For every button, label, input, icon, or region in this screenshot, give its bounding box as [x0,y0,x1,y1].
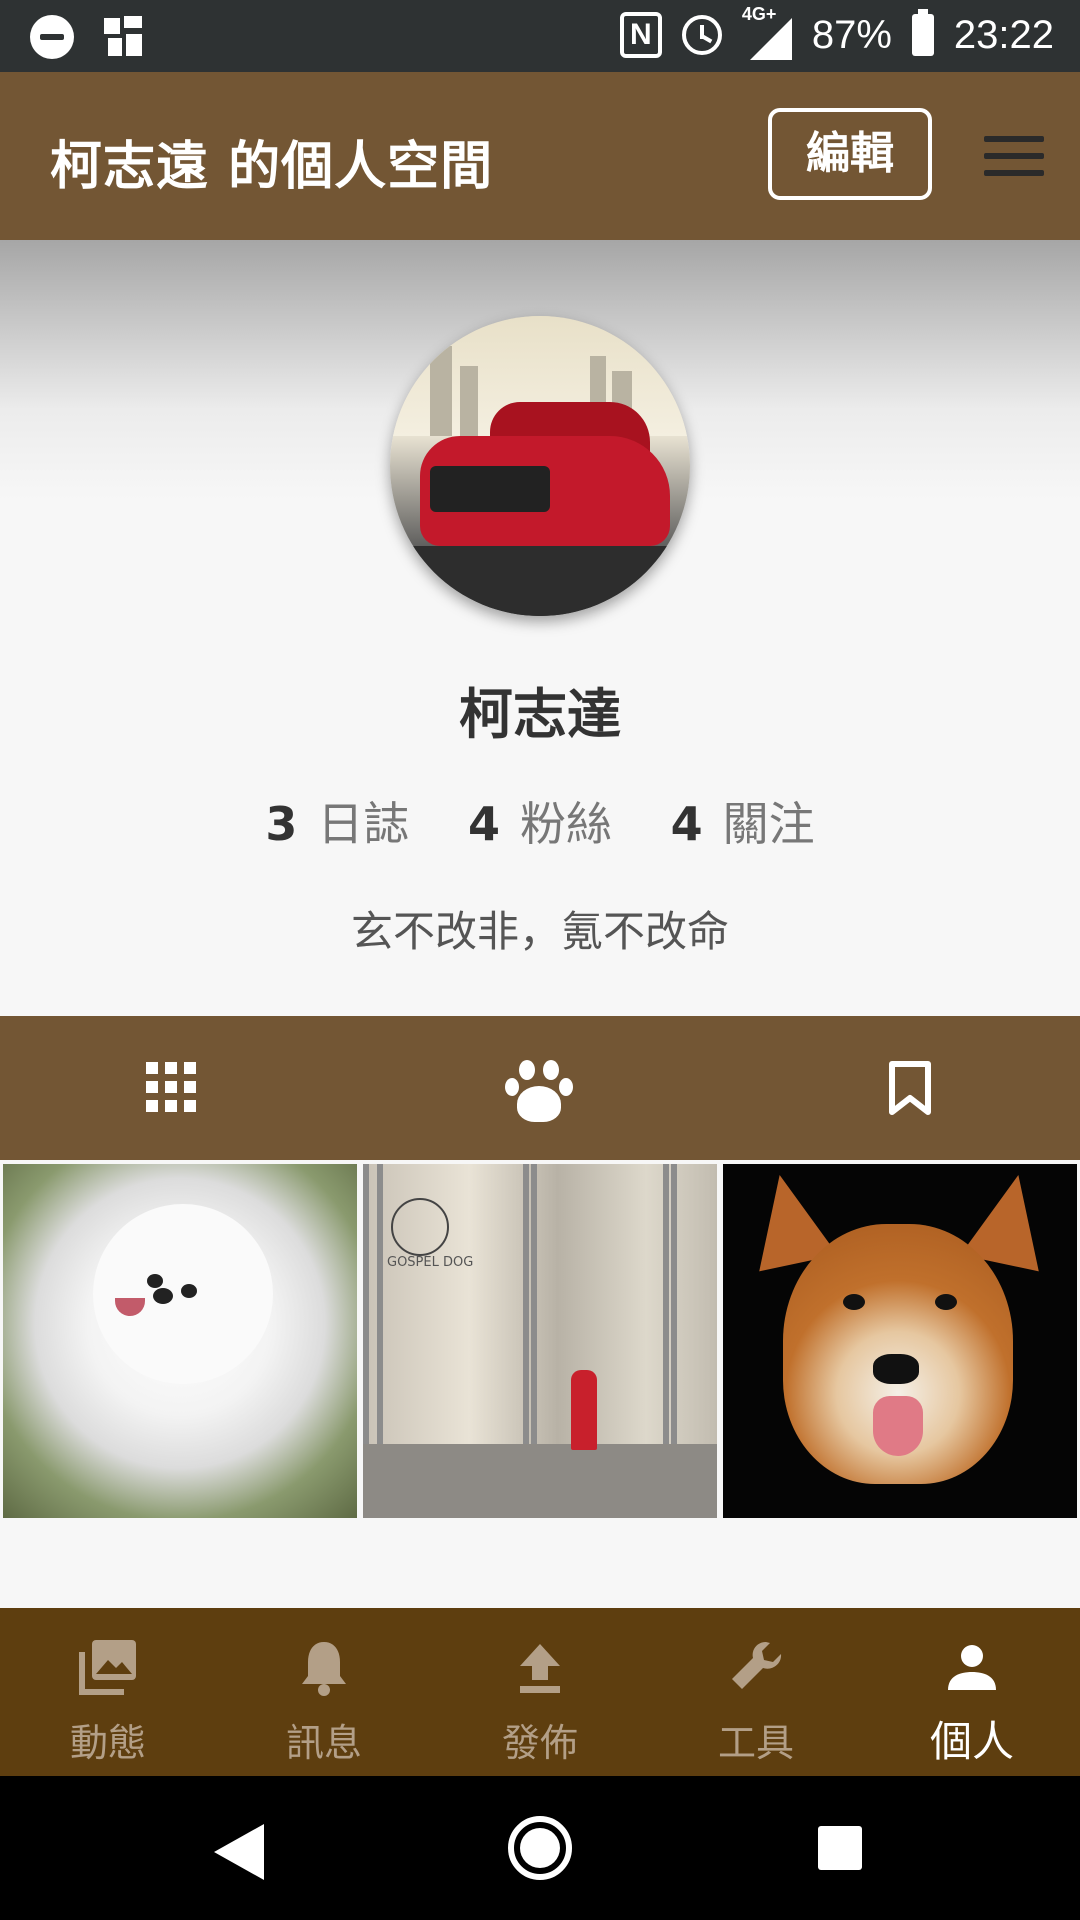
app-header: 柯志遠 的個人空間 編輯 [0,72,1080,240]
profile-name: 柯志達 [459,683,621,746]
bottom-nav: 動態 訊息 發佈 工具 個人 [0,1608,1080,1776]
nav-feed[interactable]: 動態 [0,1608,216,1776]
stat-following[interactable]: 4 關注 [671,797,815,851]
recent-apps-icon[interactable] [818,1826,862,1870]
nav-tools-label: 工具 [717,1721,794,1765]
profile-section: 柯志達 3 日誌 4 粉絲 4 關注 玄不改非，氪不改命 [0,240,1080,1016]
photo-library-icon [79,1640,136,1695]
stat-followers-label: 粉絲 [520,797,612,851]
nav-tools[interactable]: 工具 [648,1608,864,1776]
image-notification-icon [100,14,146,60]
grid-icon [146,1062,196,1112]
stat-posts-count: 3 [265,797,298,851]
nav-feed-label: 動態 [69,1721,146,1765]
alarm-icon [681,15,722,55]
person-icon [948,1645,996,1690]
nav-publish[interactable]: 發佈 [432,1608,648,1776]
shop-sign: GOSPEL DOG [387,1255,474,1270]
paw-icon [505,1060,575,1124]
stat-following-count: 4 [670,797,703,851]
stat-followers-count: 4 [467,797,500,851]
page-title: 柯志遠 的個人空間 [50,137,494,197]
nav-profile[interactable]: 個人 [864,1608,1080,1776]
battery-percent: 87% [811,12,892,57]
stat-posts-label: 日誌 [317,797,410,851]
photo-grid: GOSPEL DOG [0,1160,1080,1524]
home-icon[interactable] [508,1816,572,1880]
nav-publish-label: 發佈 [501,1721,578,1765]
nfc-icon: N [619,12,662,58]
tab-saved[interactable] [720,1016,1080,1160]
stat-followers[interactable]: 4 粉絲 [468,797,612,851]
tab-pets[interactable] [360,1016,720,1160]
tab-grid[interactable] [0,1016,360,1160]
stat-following-label: 關注 [722,797,815,851]
nav-messages[interactable]: 訊息 [216,1608,432,1776]
avatar[interactable] [390,316,690,616]
status-bar: N 4G+ 87% 23:22 [0,0,1080,72]
system-nav-bar [0,1776,1080,1920]
edit-button[interactable]: 編輯 [768,108,932,200]
battery-icon [911,9,934,56]
back-icon[interactable] [214,1824,264,1880]
hamburger-menu-icon[interactable] [984,136,1044,176]
nav-profile-label: 個人 [929,1717,1014,1766]
profile-tab-bar [0,1016,1080,1160]
profile-bio: 玄不改非，氪不改命 [350,907,729,956]
do-not-disturb-icon [30,15,74,59]
clock: 23:22 [953,12,1054,57]
upload-icon [520,1644,560,1693]
bookmark-icon [889,1061,931,1115]
photo-pomeranian[interactable] [3,1164,357,1518]
wrench-icon [732,1642,782,1689]
bell-icon [302,1642,346,1696]
photo-pet-shop[interactable]: GOSPEL DOG [363,1164,717,1518]
nav-messages-label: 訊息 [285,1721,362,1765]
profile-stats: 3 日誌 4 粉絲 4 關注 [0,788,1080,854]
photo-shiba-inu[interactable] [723,1164,1077,1518]
signal-icon: 4G+ [742,4,792,60]
stat-posts[interactable]: 3 日誌 [265,797,409,851]
